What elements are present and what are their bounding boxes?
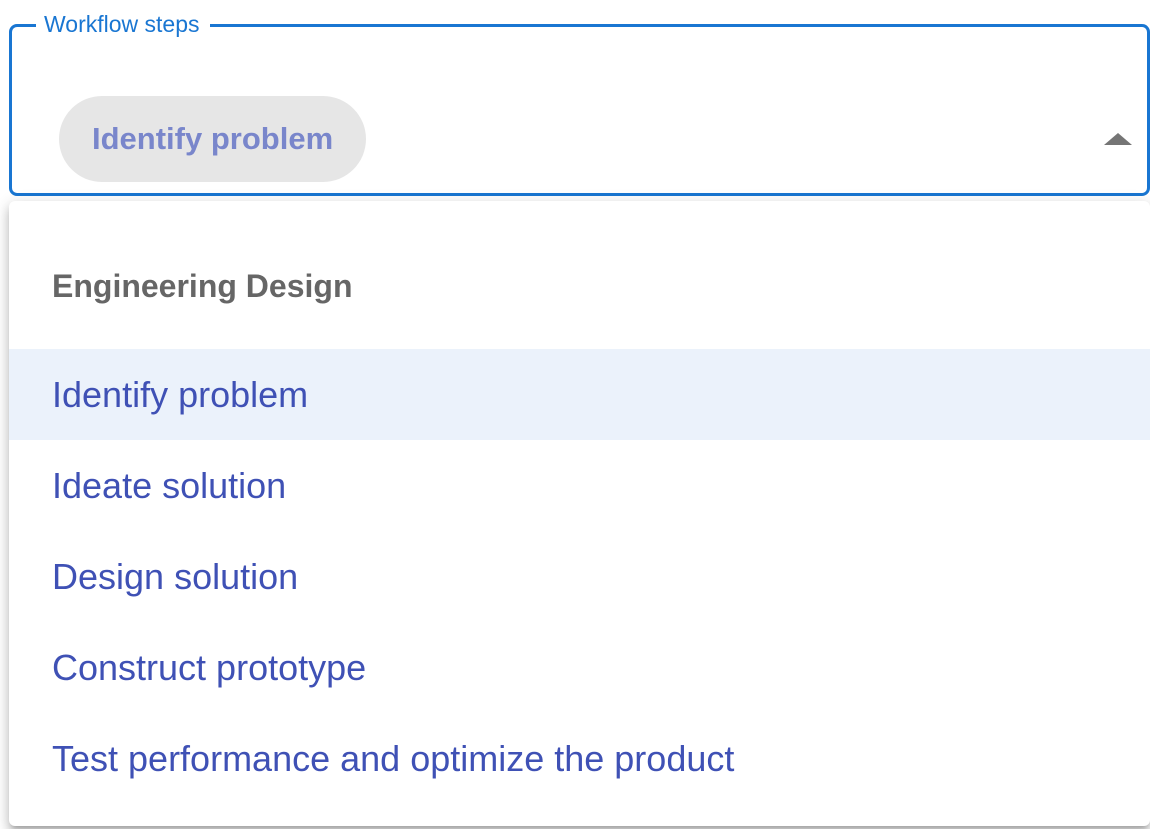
option-test-performance[interactable]: Test performance and optimize the produc… [9,713,1150,804]
selected-chip-identify-problem[interactable]: Identify problem [59,96,367,182]
select-label: Workflow steps [36,8,210,40]
arrow-drop-up-icon[interactable] [1090,117,1146,161]
option-construct-prototype[interactable]: Construct prototype [9,622,1150,713]
option-ideate-solution[interactable]: Ideate solution [9,440,1150,531]
option-identify-problem[interactable]: Identify problem [9,349,1150,440]
group-header-engineering-design: Engineering Design [52,268,353,304]
workflow-steps-select[interactable]: Identify problem [9,24,1150,196]
option-design-solution[interactable]: Design solution [9,531,1150,622]
dropdown-menu: Engineering Design Identify problem Idea… [9,201,1150,826]
